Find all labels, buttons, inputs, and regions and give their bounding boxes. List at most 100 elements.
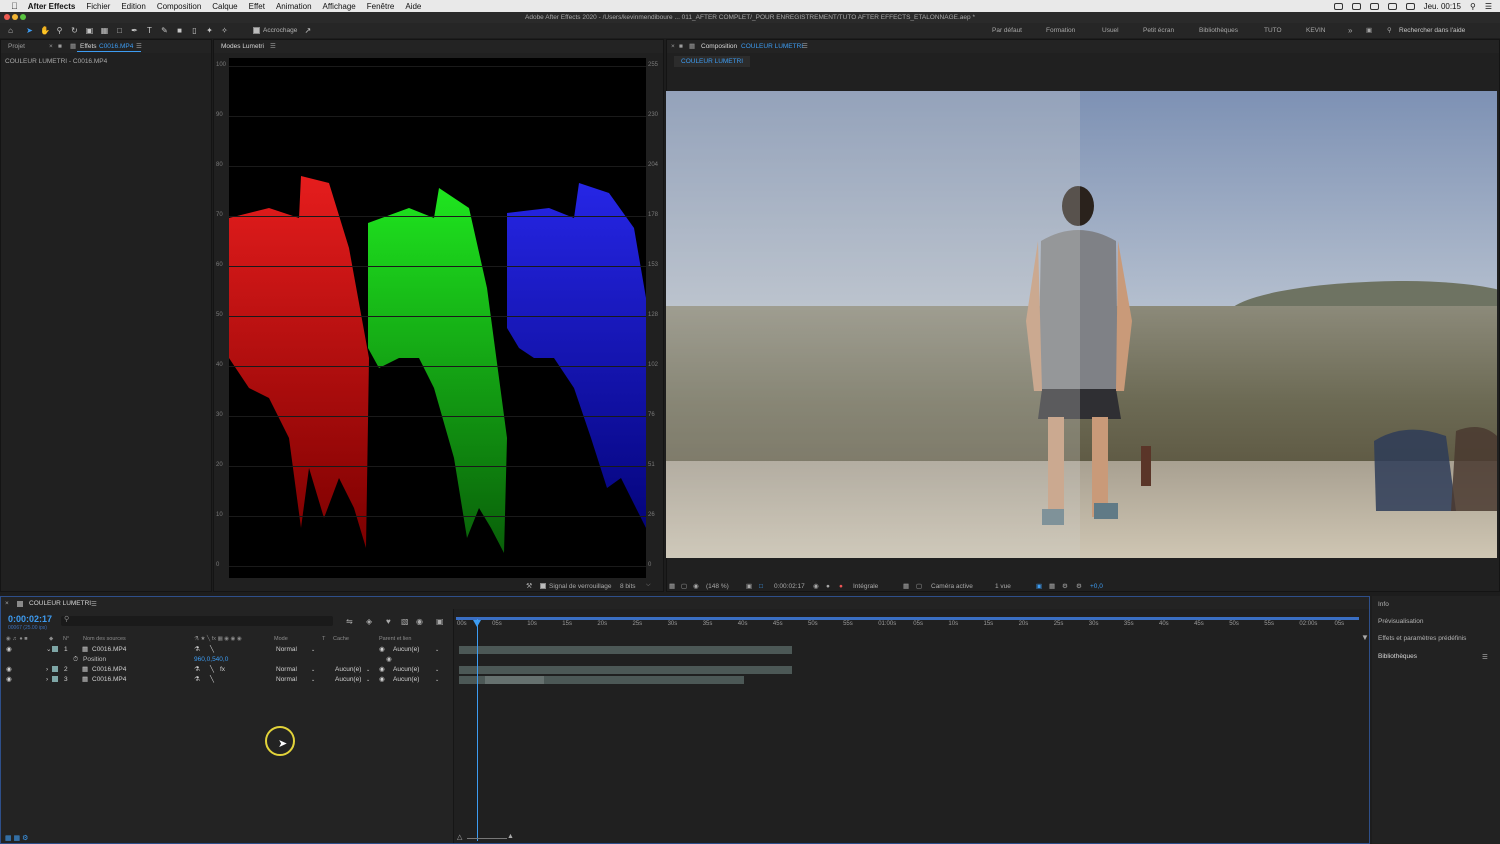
wrench-icon[interactable]: ⚒: [526, 582, 532, 590]
scopes-panel-menu-icon[interactable]: ☰: [270, 40, 276, 53]
timeline-track-area[interactable]: [453, 609, 1369, 843]
mode-chevron-icon[interactable]: ⌄: [311, 645, 315, 655]
eraser-tool-icon[interactable]: ▯: [190, 26, 199, 35]
bit-depth-dropdown[interactable]: 8 bits: [620, 583, 636, 590]
libraries-panel[interactable]: Bibliothèques: [1378, 653, 1417, 660]
shy-switch-icon[interactable]: ⚗: [194, 645, 200, 655]
workspace-small-screen[interactable]: Petit écran: [1143, 23, 1174, 38]
comp-timecode[interactable]: 0:00:02:17: [774, 580, 805, 593]
zoom-out-icon[interactable]: △: [457, 833, 462, 841]
parent-chevron-icon[interactable]: ⌄: [435, 645, 439, 655]
tab-lumetri-scopes[interactable]: Modes Lumetri: [221, 40, 264, 53]
menu-calque[interactable]: Calque: [212, 2, 237, 11]
workspace-libraries[interactable]: Bibliothèques: [1199, 23, 1238, 38]
shy-switch-icon[interactable]: ⚗: [194, 675, 200, 685]
always-preview-icon[interactable]: ▦: [669, 580, 675, 593]
layer-name[interactable]: C0016.MP4: [92, 665, 126, 675]
col-source-name[interactable]: Nom des sources: [83, 634, 126, 644]
pickwhip-icon[interactable]: ◉: [379, 645, 385, 655]
chevron-down-icon[interactable]: ⌵: [646, 582, 651, 589]
menu-composition[interactable]: Composition: [157, 2, 201, 11]
visibility-eye-icon[interactable]: ◉: [6, 645, 12, 655]
zoom-in-icon[interactable]: ▲: [507, 833, 514, 840]
effects-presets-panel[interactable]: Effets et paramètres prédéfinis: [1378, 635, 1466, 642]
hand-tool-icon[interactable]: ✋: [40, 26, 50, 35]
position-value[interactable]: 960,0,540,0: [194, 655, 228, 665]
info-panel[interactable]: Info: [1378, 601, 1389, 608]
layer-parent-dropdown[interactable]: Aucun(e): [393, 675, 419, 685]
layer-row-1[interactable]: ◉ ⌄ 1 ▦ C0016.MP4 ⚗ ╲ Normal ⌄ ◉ Aucun(e…: [1, 645, 453, 655]
type-tool-icon[interactable]: T: [145, 26, 154, 35]
tab-composition[interactable]: Composition: [701, 40, 737, 53]
menu-edition[interactable]: Edition: [121, 2, 145, 11]
timeline-menu-icon[interactable]: ☰: [91, 600, 97, 608]
home-icon[interactable]: ⌂: [6, 26, 15, 35]
workspace-kevin[interactable]: KEVIN: [1306, 23, 1326, 38]
volume-icon[interactable]: [1405, 2, 1415, 10]
menu-clock[interactable]: Jeu. 00:15: [1424, 2, 1461, 11]
close-timeline-tab-icon[interactable]: ×: [5, 600, 9, 607]
comp-name[interactable]: COULEUR LUMETRI: [741, 40, 803, 53]
flowchart-icon[interactable]: ⚙: [1062, 580, 1068, 593]
matte-chevron-icon[interactable]: ⌄: [366, 675, 370, 685]
menu-effet[interactable]: Effet: [249, 2, 265, 11]
mode-chevron-icon[interactable]: ⌄: [311, 675, 315, 685]
layer-mode-dropdown[interactable]: Normal: [276, 665, 297, 675]
zoom-dropdown[interactable]: (148 %): [706, 580, 729, 593]
parent-chevron-icon[interactable]: ⌄: [435, 665, 439, 675]
workspace-default[interactable]: Par défaut: [992, 23, 1022, 38]
visibility-eye-icon[interactable]: ◉: [6, 665, 12, 675]
exposure-value[interactable]: +0,0: [1090, 580, 1103, 593]
zoom-tool-icon[interactable]: ⚲: [55, 26, 64, 35]
layer-row-3[interactable]: ◉ › 3 ▦ C0016.MP4 ⚗ ╲ Normal ⌄ Aucun(e) …: [1, 675, 453, 685]
motion-blur-icon[interactable]: ◉: [416, 617, 423, 626]
layer-mode-dropdown[interactable]: Normal: [276, 645, 297, 655]
stopwatch-icon[interactable]: ⏱: [73, 655, 78, 665]
timeline-footer-icons[interactable]: ▦ ▦ ⚙: [5, 834, 28, 842]
layer-bar-1[interactable]: [459, 646, 792, 654]
help-search-icon[interactable]: ⚲: [1387, 23, 1392, 38]
views-dropdown[interactable]: 1 vue: [995, 580, 1011, 593]
frame-blending-icon[interactable]: ▧: [401, 617, 409, 626]
layer-matte-dropdown[interactable]: Aucun(e): [335, 675, 361, 685]
twirl-closed-icon[interactable]: ›: [46, 675, 48, 685]
display-icon[interactable]: [1369, 2, 1379, 10]
quality-switch-icon[interactable]: ╲: [210, 645, 214, 655]
pickwhip-icon[interactable]: ◉: [379, 675, 385, 685]
twirl-closed-icon[interactable]: ›: [46, 665, 48, 675]
comp-breadcrumb-tab[interactable]: COULEUR LUMETRI: [674, 56, 751, 67]
parent-chevron-icon[interactable]: ⌄: [435, 675, 439, 685]
menu-aide[interactable]: Aide: [405, 2, 421, 11]
twirl-open-icon[interactable]: ⌄: [46, 645, 51, 655]
roto-brush-tool-icon[interactable]: ✦: [205, 26, 214, 35]
quality-switch-icon[interactable]: ╲: [210, 665, 214, 675]
work-area-bar[interactable]: [456, 617, 1359, 620]
timeline-timecode[interactable]: 0:00:02:17: [8, 614, 52, 624]
playhead-line[interactable]: [477, 619, 478, 841]
snapshot-icon[interactable]: ◉: [813, 580, 819, 593]
shy-layers-icon[interactable]: ♥: [386, 617, 391, 626]
selection-tool-icon[interactable]: ➤: [25, 26, 34, 35]
pen-tool-icon[interactable]: ✒: [130, 26, 139, 35]
more-workspaces-icon[interactable]: »: [1348, 23, 1352, 38]
quality-switch-icon[interactable]: ╲: [210, 675, 214, 685]
clone-stamp-tool-icon[interactable]: ■: [175, 26, 184, 35]
comp-mini-flowchart-icon[interactable]: ⇋: [346, 617, 353, 626]
comp-panel-menu-icon[interactable]: ☰: [802, 40, 808, 53]
layer-parent-dropdown[interactable]: Aucun(e): [393, 645, 419, 655]
workspace-usuel[interactable]: Usuel: [1102, 23, 1119, 38]
timeline-comp-tab[interactable]: COULEUR LUMETRI: [29, 600, 91, 607]
layer-name[interactable]: C0016.MP4: [92, 675, 126, 685]
wifi-icon[interactable]: [1387, 2, 1397, 10]
libraries-menu-icon[interactable]: ☰: [1482, 653, 1488, 661]
menu-fichier[interactable]: Fichier: [86, 2, 110, 11]
mask-view-icon[interactable]: ◉: [693, 580, 699, 593]
fx-switch-icon[interactable]: fx: [220, 665, 225, 675]
layer-row-2[interactable]: ◉ › 2 ▦ C0016.MP4 ⚗ ╲ fx Normal ⌄ Aucun(…: [1, 665, 453, 675]
clamp-checkbox[interactable]: [540, 583, 546, 589]
transparency-grid-icon[interactable]: ▦: [903, 580, 909, 593]
spotlight-icon[interactable]: ⚲: [1470, 2, 1476, 11]
timeline-search-input[interactable]: ⚲: [61, 616, 333, 626]
layer-label-color[interactable]: [52, 666, 58, 672]
control-center-icon[interactable]: ☰: [1485, 2, 1492, 11]
